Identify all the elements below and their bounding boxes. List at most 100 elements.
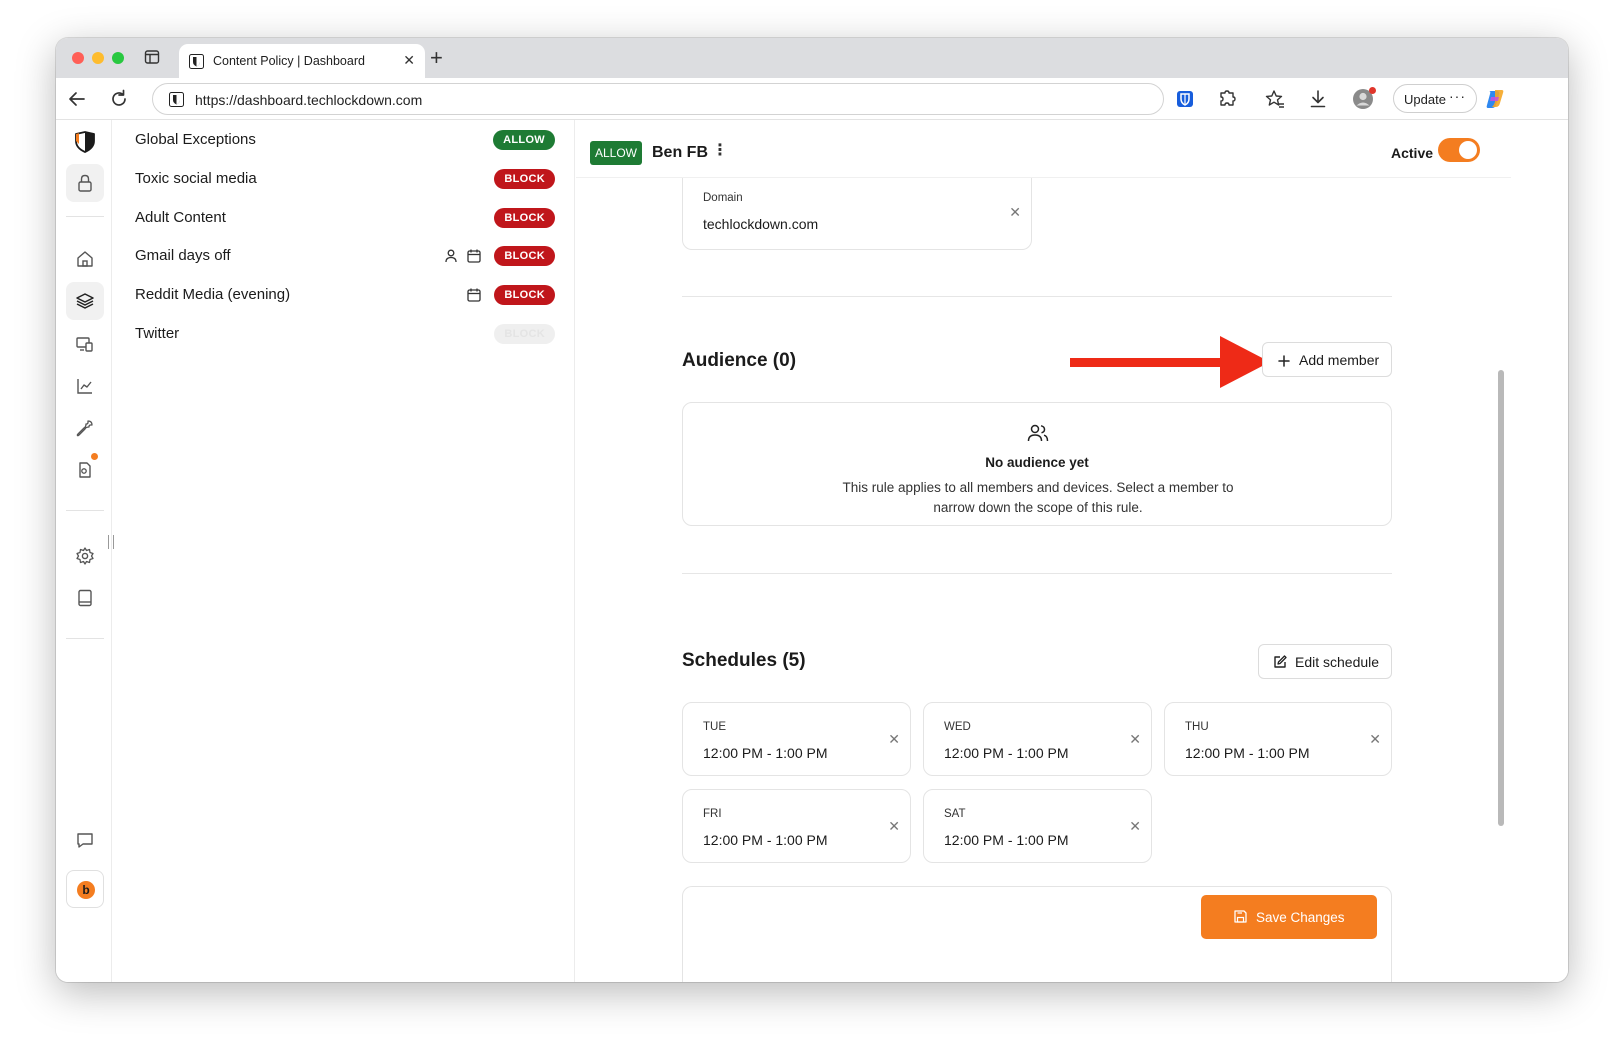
schedule-time: 12:00 PM - 1:00 PM (703, 745, 828, 761)
kebab-menu-icon[interactable]: ⋮ (712, 140, 728, 160)
calendar-icon (467, 249, 481, 263)
rule-name: Adult Content (135, 209, 226, 226)
logo-shield-icon[interactable] (73, 130, 97, 154)
rule-row-gmail-days-off[interactable]: Gmail days off BLOCK (113, 237, 575, 275)
favorites-icon[interactable] (1264, 88, 1286, 110)
downloads-icon[interactable] (1307, 88, 1329, 110)
schedule-day: FRI (703, 808, 722, 820)
minimize-window-button[interactable] (92, 52, 104, 64)
action-badge: BLOCK (494, 169, 555, 189)
maximize-window-button[interactable] (112, 52, 124, 64)
close-window-button[interactable] (72, 52, 84, 64)
rail-separator (66, 638, 104, 639)
rule-name: Toxic social media (135, 170, 257, 187)
browser-window: Content Policy | Dashboard ✕ + https://d… (56, 38, 1568, 982)
lock-icon[interactable] (74, 172, 96, 194)
schedule-time: 12:00 PM - 1:00 PM (944, 832, 1069, 848)
close-tab-icon[interactable]: ✕ (403, 52, 415, 69)
rule-row-reddit-media-evening[interactable]: Reddit Media (evening) BLOCK (113, 276, 575, 314)
browser-toolbar: https://dashboard.techlockdown.com Updat… (56, 78, 1568, 120)
audience-title: Audience (0) (682, 350, 797, 371)
copilot-icon[interactable] (1483, 87, 1507, 111)
rule-name: Gmail days off (135, 247, 231, 264)
update-label: Update (1404, 92, 1446, 107)
schedule-card-thu: THU 12:00 PM - 1:00 PM ✕ (1164, 702, 1392, 776)
bitwarden-icon[interactable] (1174, 88, 1196, 110)
action-badge: BLOCK (494, 324, 555, 344)
chat-icon[interactable] (74, 829, 96, 851)
schedule-time: 12:00 PM - 1:00 PM (1185, 745, 1310, 761)
active-label: Active (1391, 145, 1434, 161)
remove-schedule-icon[interactable]: ✕ (888, 731, 900, 748)
domain-label: Domain (703, 192, 743, 204)
remove-schedule-icon[interactable]: ✕ (1369, 731, 1381, 748)
rule-row-twitter[interactable]: Twitter BLOCK (113, 315, 575, 353)
audience-empty-state: No audience yet This rule applies to all… (682, 402, 1392, 526)
save-changes-label: Save Changes (1256, 910, 1345, 925)
schedule-time: 12:00 PM - 1:00 PM (944, 745, 1069, 761)
person-icon (445, 249, 457, 263)
url-text: https://dashboard.techlockdown.com (195, 92, 423, 108)
rule-name: Twitter (135, 325, 180, 342)
reload-icon[interactable] (108, 88, 130, 110)
analytics-icon[interactable] (74, 375, 96, 397)
settings-icon[interactable] (74, 545, 96, 567)
tab-title: Content Policy | Dashboard (213, 54, 365, 68)
reports-icon[interactable] (74, 453, 98, 481)
schedule-day: WED (944, 721, 971, 733)
toggle-knob (1459, 141, 1477, 159)
schedule-card-sat: SAT 12:00 PM - 1:00 PM ✕ (923, 789, 1152, 863)
rail-separator (66, 216, 104, 217)
profile-avatar-icon[interactable] (1351, 87, 1376, 111)
remove-schedule-icon[interactable]: ✕ (1129, 731, 1141, 748)
rule-row-toxic-social-media[interactable]: Toxic social media BLOCK (113, 160, 575, 198)
edit-icon (1274, 655, 1287, 668)
profile-notification-dot (1369, 87, 1376, 94)
home-icon[interactable] (74, 248, 96, 270)
rail-separator (66, 510, 104, 511)
remove-domain-icon[interactable]: ✕ (1009, 204, 1021, 221)
action-badge: BLOCK (494, 208, 555, 228)
save-changes-button[interactable]: Save Changes (1201, 895, 1377, 939)
rule-row-adult-content[interactable]: Adult Content BLOCK (113, 199, 575, 237)
tab-content-policy[interactable]: Content Policy | Dashboard ✕ (179, 44, 425, 78)
shield-favicon-icon (189, 54, 204, 69)
save-icon (1234, 910, 1247, 923)
schedule-day: TUE (703, 721, 726, 733)
edit-schedule-button[interactable]: Edit schedule (1258, 644, 1392, 679)
sidebar-toggle-icon[interactable] (144, 49, 160, 65)
action-badge: ALLOW (493, 130, 555, 150)
book-icon[interactable] (74, 587, 96, 609)
site-shield-icon[interactable] (169, 92, 184, 107)
section-divider (682, 573, 1392, 574)
update-button[interactable]: Update ··· (1393, 84, 1477, 113)
new-tab-icon[interactable]: + (430, 45, 443, 71)
rule-detail-panel: ALLOW Ben FB ⋮ Active Domain techlockdow… (576, 120, 1511, 982)
red-arrow-annotation (1070, 336, 1270, 388)
devices-icon[interactable] (74, 333, 96, 355)
remove-schedule-icon[interactable]: ✕ (1129, 818, 1141, 835)
remove-schedule-icon[interactable]: ✕ (888, 818, 900, 835)
layers-icon[interactable] (74, 290, 96, 312)
schedule-card-tue: TUE 12:00 PM - 1:00 PM ✕ (682, 702, 911, 776)
address-bar[interactable]: https://dashboard.techlockdown.com (152, 83, 1164, 115)
action-badge: BLOCK (494, 246, 555, 266)
users-icon (1027, 424, 1049, 442)
domain-card: Domain techlockdown.com ✕ (682, 178, 1032, 250)
avatar-initial: b (77, 881, 95, 899)
calendar-icon (467, 288, 481, 302)
active-toggle[interactable] (1438, 138, 1480, 162)
rule-row-global-exceptions[interactable]: Global Exceptions ALLOW (113, 121, 575, 159)
back-icon[interactable] (66, 88, 88, 110)
extensions-icon[interactable] (1217, 88, 1239, 110)
add-member-button[interactable]: Add member (1262, 342, 1392, 377)
edit-schedule-label: Edit schedule (1295, 654, 1380, 670)
user-avatar[interactable]: b (66, 870, 104, 908)
schedules-title: Schedules (5) (682, 650, 806, 671)
scrollbar-thumb[interactable] (1498, 370, 1504, 826)
plus-icon (1278, 355, 1290, 367)
nav-rail: b (56, 120, 114, 982)
more-options-icon[interactable]: ··· (1449, 88, 1466, 104)
wrench-icon[interactable] (74, 417, 96, 439)
empty-title: No audience yet (985, 455, 1089, 470)
